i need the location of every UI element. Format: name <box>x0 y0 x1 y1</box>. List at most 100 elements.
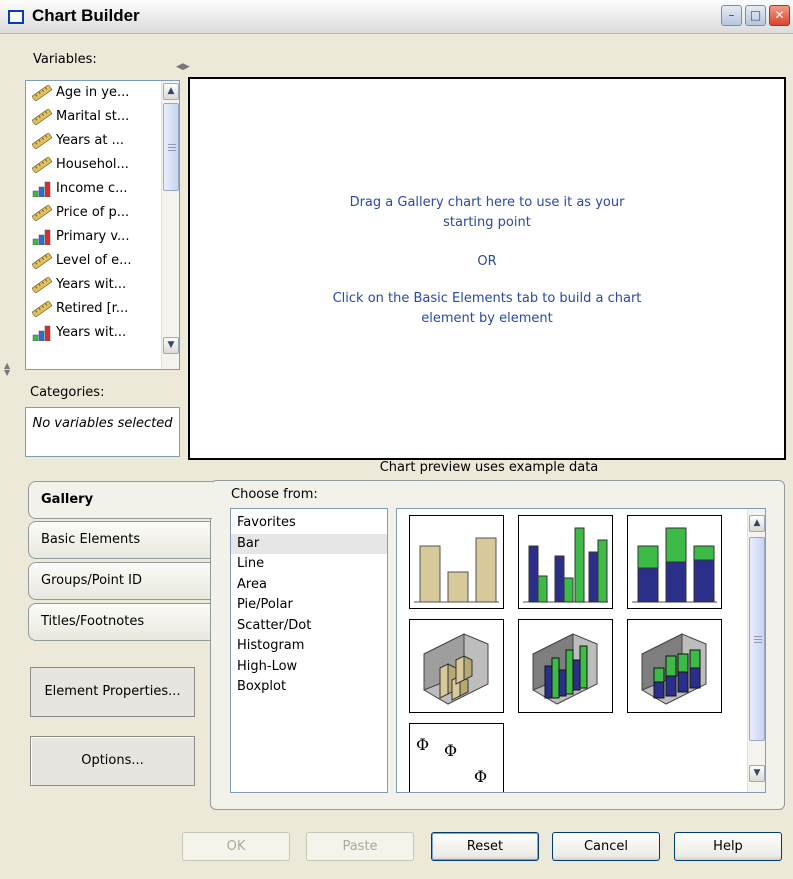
svg-text:Φ: Φ <box>444 741 457 760</box>
scale-ruler-icon <box>31 84 53 102</box>
help-button[interactable]: Help <box>674 832 782 861</box>
variable-item[interactable]: Retired [r... <box>26 297 179 321</box>
tab-basic-elements[interactable]: Basic Elements <box>28 521 210 559</box>
splitter-arrows-icon[interactable]: ◀▶ <box>176 62 190 72</box>
simple-bar-chart-icon <box>414 537 499 603</box>
chart-type-item[interactable]: Scatter/Dot <box>231 616 387 637</box>
variable-label: Primary v... <box>56 229 130 244</box>
variable-item[interactable]: Primary v... <box>26 225 179 249</box>
window-title: Chart Builder <box>32 6 140 25</box>
tab-gallery[interactable]: Gallery <box>28 481 212 519</box>
canvas-hint-line1: Drag a Gallery chart here to use it as y… <box>349 195 625 210</box>
canvas-hint-line2: starting point <box>443 215 531 230</box>
ordinal-bars-icon <box>32 325 52 342</box>
variable-item[interactable]: Level of e... <box>26 249 179 273</box>
title-bar: Chart Builder – □ ✕ <box>0 0 793 34</box>
window-icon <box>8 10 24 24</box>
clustered-bar-chart-icon <box>523 527 608 603</box>
3d-simple-bar-thumb[interactable] <box>409 619 504 713</box>
chart-type-item[interactable]: Favorites <box>231 513 387 534</box>
svg-text:Φ: Φ <box>474 767 487 786</box>
variables-list[interactable]: Age in ye... Marital st... Years at ... Hou… <box>25 80 180 370</box>
variable-item[interactable]: Age in ye... <box>26 81 179 105</box>
scale-ruler-icon <box>31 276 53 294</box>
simple-bar-thumb[interactable] <box>409 515 504 609</box>
variable-label: Years wit... <box>56 277 127 292</box>
variable-label: Age in ye... <box>56 85 130 100</box>
scroll-up-icon[interactable]: ▲ <box>163 83 179 100</box>
canvas-hint-line4: element by element <box>421 311 553 326</box>
reset-button[interactable]: Reset <box>431 832 539 861</box>
3d-stacked-bar-thumb[interactable] <box>627 619 722 713</box>
choose-from-label: Choose from: <box>231 487 318 502</box>
canvas-hint-line3: Click on the Basic Elements tab to build… <box>332 291 642 306</box>
scale-ruler-icon <box>31 300 53 318</box>
element-properties-button[interactable]: Element Properties... <box>30 667 195 717</box>
variables-label: Variables: <box>33 52 97 67</box>
chart-type-item[interactable]: Boxplot <box>231 677 387 698</box>
variable-label: Retired [r... <box>56 301 129 316</box>
svg-text:Φ: Φ <box>416 735 429 754</box>
variable-label: Price of p... <box>56 205 130 220</box>
variable-label: Househol... <box>56 157 129 172</box>
variable-label: Years wit... <box>56 325 127 340</box>
variable-item[interactable]: Marital st... <box>26 105 179 129</box>
variable-item[interactable]: Years wit... <box>26 273 179 297</box>
3d-clustered-bar-chart-icon <box>532 633 598 705</box>
minimize-button[interactable]: – <box>721 5 742 26</box>
variable-label: Level of e... <box>56 253 132 268</box>
gallery-scroll-thumb[interactable] <box>749 537 765 741</box>
chart-type-list[interactable]: Favorites Bar Line Area Pie/Polar Scatter/Dot… <box>230 508 388 793</box>
gallery-scroll-down-icon[interactable]: ▼ <box>749 765 765 782</box>
variable-label: Marital st... <box>56 109 130 124</box>
tab-groups-point-id[interactable]: Groups/Point ID <box>28 562 210 600</box>
3d-stacked-bar-chart-icon <box>641 633 707 705</box>
3d-simple-bar-chart-icon <box>423 633 489 705</box>
scale-ruler-icon <box>31 132 53 150</box>
vertical-splitter-icon[interactable]: ▲ ▼ <box>4 362 10 377</box>
variable-item[interactable]: Years wit... <box>26 321 179 345</box>
scroll-down-icon[interactable]: ▼ <box>163 337 179 354</box>
ordinal-bars-icon <box>32 181 52 198</box>
chart-type-item[interactable]: Pie/Polar <box>231 595 387 616</box>
chart-type-item[interactable]: High-Low <box>231 657 387 678</box>
stacked-bar-thumb[interactable] <box>627 515 722 609</box>
chart-type-item[interactable]: Histogram <box>231 636 387 657</box>
chart-type-item[interactable]: Area <box>231 575 387 596</box>
scale-ruler-icon <box>31 108 53 126</box>
scroll-thumb[interactable] <box>163 103 179 191</box>
scale-ruler-icon <box>31 252 53 270</box>
error-bar-thumb[interactable]: Φ Φ Φ <box>409 723 504 792</box>
maximize-button[interactable]: □ <box>745 5 766 26</box>
chart-type-item[interactable]: Bar <box>231 533 387 554</box>
3d-clustered-bar-thumb[interactable] <box>518 619 613 713</box>
stacked-bar-chart-icon <box>632 527 717 603</box>
variable-item[interactable]: Price of p... <box>26 201 179 225</box>
variable-label: Income c... <box>56 181 128 196</box>
paste-button[interactable]: Paste <box>306 832 414 861</box>
variable-item[interactable]: Househol... <box>26 153 179 177</box>
gallery-scroll-up-icon[interactable]: ▲ <box>749 515 765 532</box>
close-button[interactable]: ✕ <box>769 5 790 26</box>
tab-titles-footnotes[interactable]: Titles/Footnotes <box>28 603 210 641</box>
cancel-button[interactable]: Cancel <box>552 832 660 861</box>
gallery-scrollbar[interactable]: ▲ ▼ <box>747 509 765 792</box>
categories-empty-text: No variables selected <box>32 416 173 431</box>
clustered-bar-thumb[interactable] <box>518 515 613 609</box>
gallery-panel[interactable]: Φ Φ Φ ▲ ▼ <box>396 508 766 793</box>
chart-type-item[interactable]: Line <box>231 554 387 575</box>
options-button[interactable]: Options... <box>30 736 195 786</box>
ordinal-bars-icon <box>32 229 52 246</box>
variable-label: Years at ... <box>56 133 125 148</box>
variable-item[interactable]: Years at ... <box>26 129 179 153</box>
error-bar-chart-icon: Φ Φ Φ <box>416 735 487 786</box>
chart-type-items: Favorites Bar Line Area Pie/Polar Scatter/Dot… <box>231 509 387 698</box>
ok-button[interactable]: OK <box>182 832 290 861</box>
variables-items: Age in ye... Marital st... Years at ... Hou… <box>26 81 179 345</box>
scale-ruler-icon <box>31 204 53 222</box>
chart-canvas[interactable]: Drag a Gallery chart here to use it as y… <box>188 77 786 460</box>
categories-label: Categories: <box>30 385 105 400</box>
preview-note: Chart preview uses example data <box>379 460 599 475</box>
variable-item[interactable]: Income c... <box>26 177 179 201</box>
variables-scrollbar[interactable]: ▲ ▼ <box>161 81 179 369</box>
